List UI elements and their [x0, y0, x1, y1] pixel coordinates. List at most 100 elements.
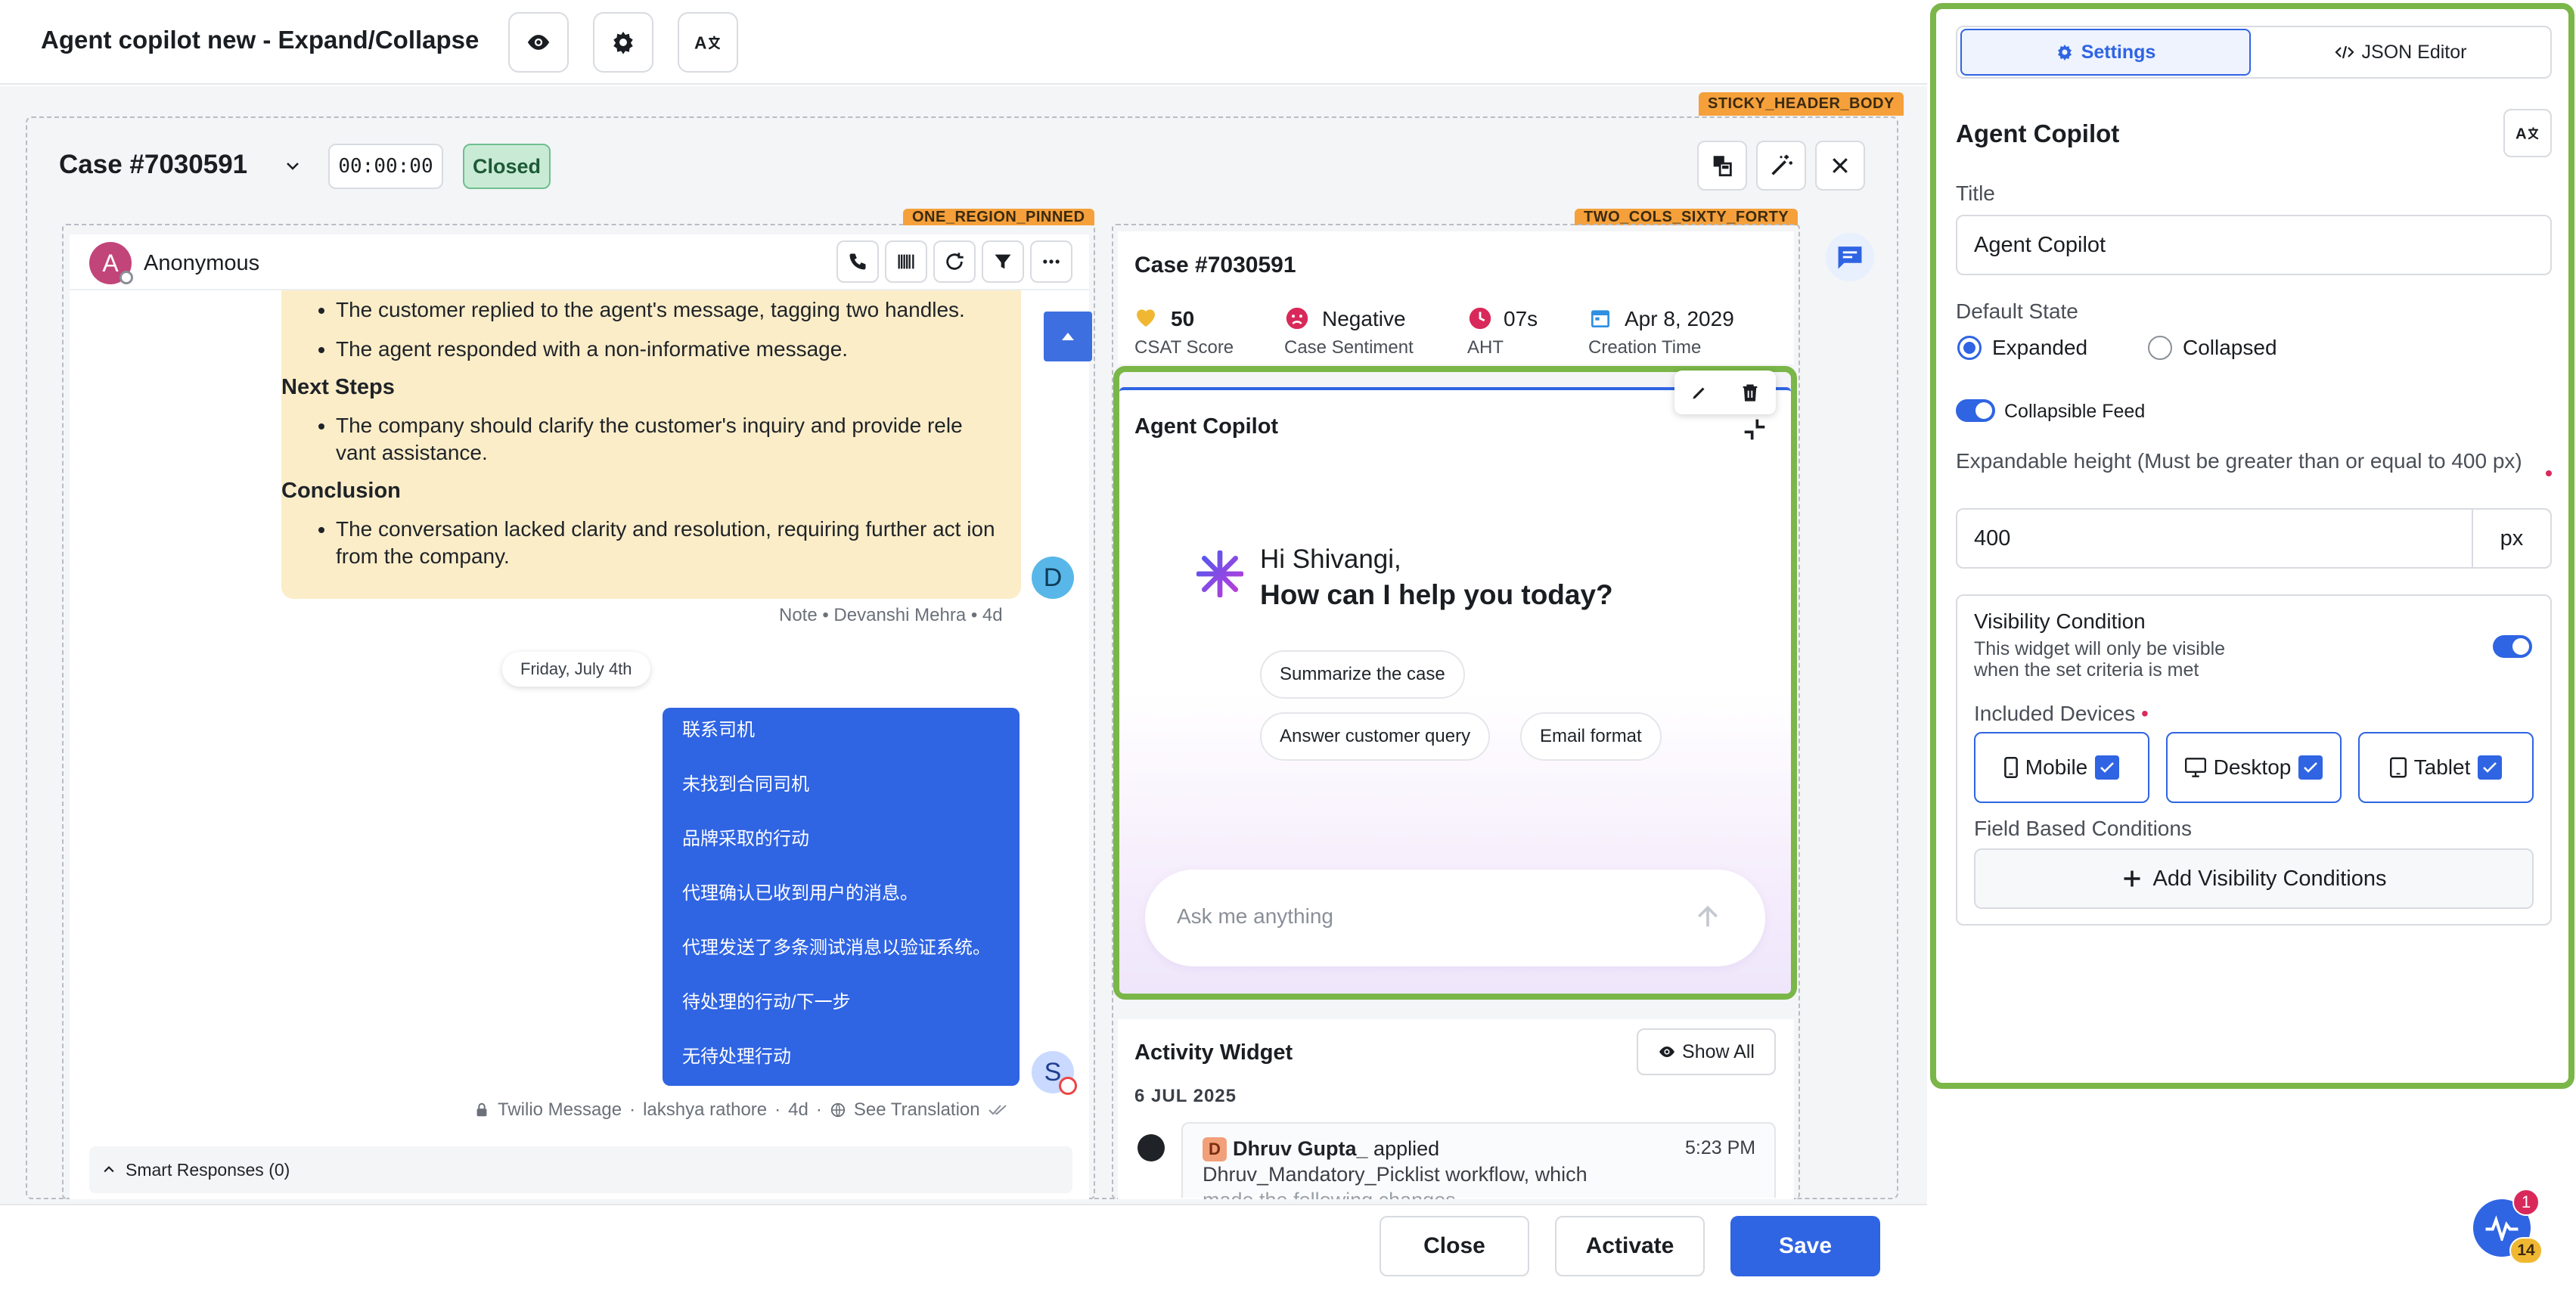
trash-icon[interactable]	[1740, 382, 1761, 403]
device-desktop-checkbox[interactable]	[2298, 755, 2323, 780]
check-icon	[2483, 762, 2497, 773]
case-card-title: Case #7030591	[1134, 253, 1296, 278]
translate-icon: A	[694, 33, 721, 52]
note-heading-next-steps: Next Steps	[281, 375, 395, 399]
layout-icon	[1713, 156, 1732, 177]
collapsible-feed-toggle[interactable]	[1956, 399, 1995, 422]
see-translation-link[interactable]: See Translation	[854, 1099, 980, 1121]
notification-badge-yellow: 14	[2509, 1237, 2543, 1264]
svg-text:A: A	[2515, 126, 2527, 142]
required-indicator	[2546, 470, 2552, 476]
layout-button[interactable]	[1697, 141, 1747, 191]
tab-json-editor[interactable]: JSON Editor	[2254, 29, 2547, 76]
tablet-icon	[2389, 757, 2407, 778]
height-unit: px	[2472, 508, 2552, 569]
creation-value: Apr 8, 2029	[1625, 307, 1734, 330]
message-line: 品牌采取的行动	[682, 829, 809, 849]
radio-expanded[interactable]	[1957, 336, 1982, 360]
csat-value: 50	[1171, 307, 1195, 330]
visibility-toggle[interactable]	[2493, 635, 2532, 658]
translate-icon: A	[2515, 126, 2539, 142]
barcode-icon	[898, 254, 914, 269]
show-all-label: Show All	[1682, 1040, 1755, 1062]
case-title: Case #7030591	[59, 150, 248, 179]
device-mobile[interactable]: Mobile	[1974, 732, 2149, 803]
settings-button[interactable]	[593, 12, 653, 73]
copilot-input-placeholder: Ask me anything	[1177, 904, 1333, 928]
note-bullet: The conversation lacked clarity and reso…	[336, 516, 1004, 570]
suggestion-answer-query[interactable]: Answer customer query	[1260, 712, 1491, 761]
message-age: 4d	[788, 1099, 808, 1120]
aht-label: AHT	[1467, 337, 1504, 358]
title-input[interactable]: Agent Copilot	[1956, 215, 2552, 275]
visibility-title: Visibility Condition	[1974, 609, 2146, 633]
magic-wand-button[interactable]	[1756, 141, 1806, 191]
status-badge: Closed	[463, 144, 551, 189]
device-tablet-label: Tablet	[2413, 755, 2471, 779]
filter-button[interactable]	[982, 240, 1024, 283]
close-button[interactable]: Close	[1380, 1216, 1529, 1276]
message-author: lakshya rathore	[643, 1099, 768, 1120]
device-mobile-checkbox[interactable]	[2095, 755, 2120, 780]
preview-button[interactable]	[508, 12, 569, 73]
call-button[interactable]	[836, 240, 879, 283]
height-input[interactable]: 400	[1956, 508, 2473, 569]
app-title: Agent copilot new - Expand/Collapse	[41, 26, 480, 54]
desktop-icon	[2184, 758, 2206, 777]
check-icon	[2100, 762, 2115, 773]
note-meta: Note • Devanshi Mehra • 4d	[779, 605, 1003, 625]
scroll-up-button[interactable]	[1044, 312, 1092, 361]
device-desktop[interactable]: Desktop	[2166, 732, 2342, 803]
device-tablet-checkbox[interactable]	[2478, 755, 2503, 780]
activity-headline: Dhruv Gupta_ applied	[1233, 1137, 1439, 1161]
chevron-down-icon	[287, 163, 299, 170]
case-dropdown[interactable]	[277, 150, 309, 181]
chat-button[interactable]	[1826, 233, 1874, 281]
show-all-button[interactable]: Show All	[1637, 1028, 1776, 1075]
add-visibility-conditions-button[interactable]: Add Visibility Conditions	[1974, 848, 2534, 909]
smart-responses-toggle[interactable]: Smart Responses (0)	[89, 1146, 1072, 1193]
message-line: 未找到合同司机	[682, 774, 809, 795]
date-separator: Friday, July 4th	[502, 652, 650, 687]
magic-wand-icon	[1771, 154, 1792, 175]
activity-time: 5:23 PM	[1685, 1137, 1756, 1158]
activity-date: 6 JUL 2025	[1134, 1086, 1237, 1106]
double-check-icon	[988, 1105, 1007, 1115]
barcode-button[interactable]	[885, 240, 927, 283]
code-icon	[2334, 45, 2354, 59]
phone-icon	[849, 253, 866, 270]
activity-detail: Dhruv_Mandatory_Picklist workflow, which	[1203, 1163, 1587, 1186]
device-mobile-label: Mobile	[2025, 755, 2088, 779]
panel-translate-button[interactable]: A	[2503, 109, 2552, 157]
visibility-description: This widget will only be visible when th…	[1974, 638, 2226, 681]
smart-responses-label: Smart Responses (0)	[126, 1159, 290, 1180]
tab-settings[interactable]: Settings	[1960, 29, 2251, 76]
suggestion-email-format[interactable]: Email format	[1520, 712, 1662, 761]
chevron-up-icon	[104, 1166, 114, 1173]
device-tablet[interactable]: Tablet	[2358, 732, 2534, 803]
close-case-button[interactable]	[1815, 141, 1865, 191]
sad-face-icon	[1286, 307, 1308, 330]
more-button[interactable]	[1030, 240, 1072, 283]
collapse-icon[interactable]	[1740, 414, 1770, 445]
send-arrow-icon[interactable]	[1693, 901, 1723, 932]
note-author-avatar: D	[1032, 557, 1074, 599]
chat-bubble-icon	[1838, 247, 1862, 269]
refresh-button[interactable]	[933, 240, 976, 283]
translate-button[interactable]: A	[678, 12, 738, 73]
message-channel: Twilio Message	[498, 1099, 622, 1120]
activate-button[interactable]: Activate	[1555, 1216, 1705, 1276]
plus-icon	[2124, 870, 2140, 887]
lock-icon	[476, 1102, 487, 1117]
clock-icon	[1469, 307, 1491, 330]
radio-collapsed[interactable]	[2148, 336, 2172, 360]
title-label: Title	[1956, 181, 1995, 205]
copilot-prompt: How can I help you today?	[1260, 579, 1613, 610]
edit-icon[interactable]	[1690, 383, 1709, 402]
calendar-icon	[1591, 310, 1609, 327]
message-line: 无待处理行动	[682, 1047, 791, 1067]
save-button[interactable]: Save	[1730, 1216, 1880, 1276]
note-bullet: The customer replied to the agent's mess…	[336, 296, 1004, 324]
mobile-icon	[2003, 757, 2018, 778]
suggestion-summarize[interactable]: Summarize the case	[1260, 650, 1465, 699]
